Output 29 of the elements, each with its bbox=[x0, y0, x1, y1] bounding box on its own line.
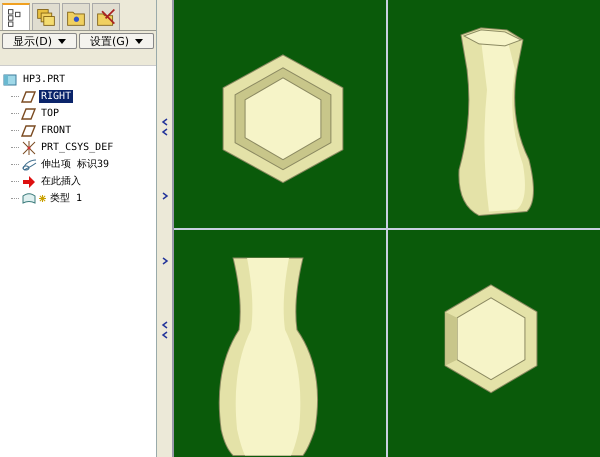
expand-icon[interactable] bbox=[160, 191, 168, 202]
tree-item[interactable]: FRONT bbox=[39, 124, 74, 137]
folders-icon bbox=[35, 6, 57, 28]
arrow-icon bbox=[21, 174, 37, 190]
axes-icon bbox=[21, 140, 37, 156]
tree-item[interactable]: 伸出项 标识39 bbox=[39, 158, 112, 171]
collapse-icon[interactable] bbox=[160, 320, 168, 340]
expand-icon[interactable] bbox=[160, 256, 168, 266]
tree-item[interactable]: RIGHT bbox=[39, 90, 74, 103]
plane-icon bbox=[21, 106, 37, 122]
panel-tab[interactable] bbox=[92, 3, 120, 30]
collapse-icon[interactable] bbox=[160, 117, 168, 138]
tree-item[interactable]: 在此插入 bbox=[39, 175, 83, 188]
part-icon bbox=[3, 72, 19, 88]
tree-item[interactable]: TOP bbox=[39, 107, 62, 120]
tree-item[interactable]: 类型 1 bbox=[48, 192, 84, 205]
tree-item[interactable]: PRT_CSYS_DEF bbox=[39, 141, 116, 154]
caret-icon bbox=[58, 38, 66, 44]
tree-item[interactable]: HP3.PRT bbox=[21, 73, 68, 86]
dropdown-button[interactable]: 设置(G) bbox=[79, 33, 154, 49]
sketch-icon bbox=[21, 190, 37, 206]
panel-tab[interactable] bbox=[2, 3, 30, 30]
caret-icon bbox=[135, 38, 144, 44]
extrude-icon bbox=[21, 156, 37, 172]
dropdown-button[interactable]: 显示(D) bbox=[2, 33, 77, 49]
folder-tools-icon bbox=[95, 6, 117, 28]
plane-icon bbox=[21, 122, 37, 138]
plane-icon bbox=[21, 88, 37, 104]
asterisk-icon bbox=[39, 195, 46, 202]
